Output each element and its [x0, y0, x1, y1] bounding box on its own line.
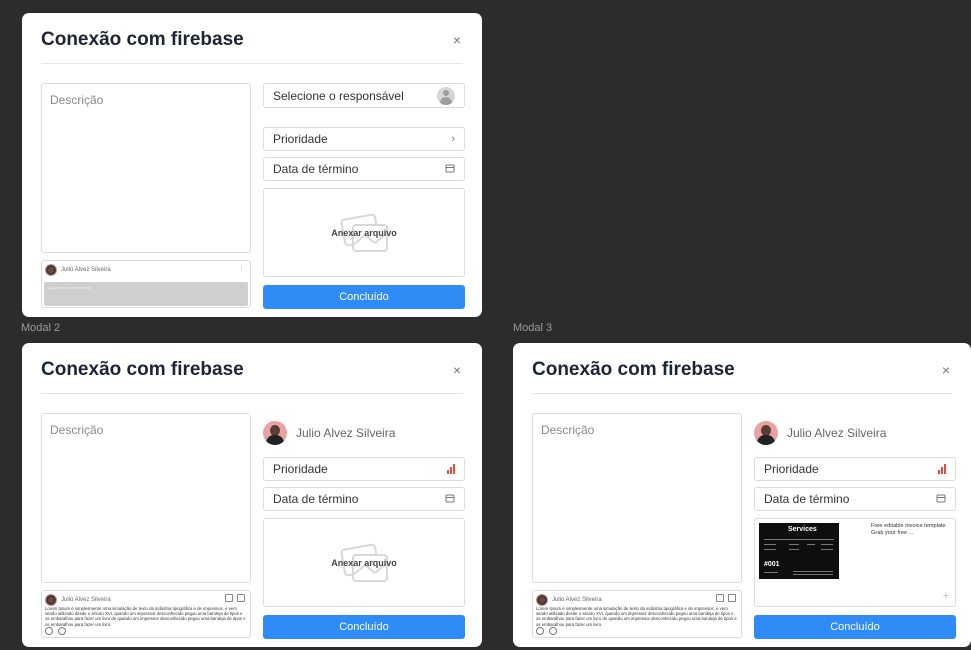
comment-box: Julio Alvez Silveira ⋮ Adicione um comen…: [41, 260, 251, 308]
description-textarea[interactable]: Descrição: [41, 413, 251, 583]
due-date-label: Data de término: [764, 492, 850, 506]
attachment-file-name[interactable]: Free editable invoice template Grab your…: [871, 523, 953, 537]
reply-icon[interactable]: [58, 627, 66, 635]
due-date-field[interactable]: Data de término: [263, 157, 465, 181]
close-icon[interactable]: ×: [450, 33, 464, 47]
divider: [41, 63, 463, 64]
done-button[interactable]: Concluído: [754, 615, 956, 639]
thumbnail-line: [821, 549, 833, 550]
avatar: [536, 594, 548, 606]
edit-icon[interactable]: [225, 594, 233, 602]
frame-label-modal-3: Modal 3: [513, 322, 553, 334]
assignee[interactable]: Julio Alvez Silveira: [263, 421, 395, 445]
thumbnail-line: [764, 572, 778, 573]
thumbnail-line: [764, 544, 776, 545]
thumbnail-line: [807, 544, 815, 545]
thumbnail-line: [764, 539, 834, 540]
priority-label: Prioridade: [273, 462, 328, 476]
thumbnail-title: Services: [788, 526, 817, 533]
trash-icon[interactable]: [237, 594, 245, 602]
more-vertical-icon[interactable]: ⋮: [238, 264, 245, 272]
attach-file-dropzone[interactable]: Anexar arquivo: [263, 188, 465, 277]
priority-select[interactable]: Prioridade ›: [263, 127, 465, 151]
modal-title: Conexão com firebase: [41, 29, 244, 50]
thumbnail-line: [793, 571, 833, 572]
attachment-list: Services #001 Free editable invoice temp…: [754, 518, 956, 607]
comment-author: Julio Alvez Silveira: [61, 597, 111, 603]
comment-author: Julio Alvez Silveira: [61, 267, 111, 273]
trash-icon[interactable]: [728, 594, 736, 602]
modal-1: Conexão com firebase × Descrição Julio A…: [22, 13, 482, 317]
divider: [532, 393, 952, 394]
priority-label: Prioridade: [273, 132, 328, 146]
thumbnail-line: [789, 544, 799, 545]
avatar: [45, 594, 57, 606]
chevron-right-icon: ›: [451, 133, 455, 145]
assignee-select[interactable]: Selecione o responsável: [263, 83, 465, 108]
comment-header: Julio Alvez Silveira: [45, 594, 111, 606]
comment-box: Julio Alvez Silveira Lorem Ipsum é simpl…: [532, 590, 742, 638]
attach-file-dropzone[interactable]: Anexar arquivo: [263, 518, 465, 607]
thumbnail-number: #001: [764, 561, 780, 568]
assignee-select-label: Selecione o responsável: [273, 88, 404, 103]
avatar: [263, 421, 287, 445]
modal-3: Conexão com firebase × Descrição Julio A…: [513, 343, 971, 647]
attach-file-label: Anexar arquivo: [331, 228, 397, 238]
attachment-thumbnail[interactable]: Services #001: [759, 523, 839, 579]
description-placeholder: Descrição: [541, 423, 595, 437]
assignee-name: Julio Alvez Silveira: [787, 426, 887, 440]
description-textarea[interactable]: Descrição: [532, 413, 742, 583]
add-icon[interactable]: +: [943, 590, 949, 602]
edit-icon[interactable]: [716, 594, 724, 602]
divider: [41, 393, 463, 394]
comment-author: Julio Alvez Silveira: [552, 597, 602, 603]
comment-actions: [716, 594, 736, 602]
comment-box: Julio Alvez Silveira Lorem Ipsum é simpl…: [41, 590, 251, 638]
thumbnail-line: [821, 544, 833, 545]
priority-label: Prioridade: [764, 462, 819, 476]
priority-select[interactable]: Prioridade: [263, 457, 465, 481]
avatar: [45, 264, 57, 276]
thumbnail-line: [789, 549, 799, 550]
due-date-label: Data de término: [273, 162, 359, 176]
assignee-name: Julio Alvez Silveira: [296, 426, 396, 440]
thumbnail-line: [764, 549, 776, 550]
priority-bars-icon: [938, 464, 946, 474]
done-button[interactable]: Concluído: [263, 615, 465, 639]
attach-file-label: Anexar arquivo: [331, 558, 397, 568]
reply-icon[interactable]: [549, 627, 557, 635]
priority-bars-icon: [447, 464, 455, 474]
calendar-icon: [445, 163, 455, 176]
modal-title: Conexão com firebase: [532, 359, 735, 380]
comment-footer: [536, 627, 557, 635]
comment-header: Julio Alvez Silveira: [536, 594, 602, 606]
close-icon[interactable]: ×: [450, 363, 464, 377]
comment-text: Lorem Ipsum é simplesmente uma simulação…: [536, 606, 737, 627]
close-icon[interactable]: ×: [939, 363, 953, 377]
user-placeholder-icon: [437, 86, 455, 105]
due-date-label: Data de término: [273, 492, 359, 506]
calendar-icon: [445, 493, 455, 506]
modal-title: Conexão com firebase: [41, 359, 244, 380]
description-placeholder: Descrição: [50, 423, 104, 437]
heart-icon[interactable]: [45, 627, 53, 635]
description-placeholder: Descrição: [50, 93, 104, 107]
due-date-field[interactable]: Data de término: [754, 487, 956, 511]
frame-label-modal-2: Modal 2: [21, 322, 61, 334]
avatar: [754, 421, 778, 445]
calendar-icon: [936, 493, 946, 506]
comment-text: Lorem Ipsum é simplesmente uma simulação…: [45, 606, 246, 627]
comment-input[interactable]: Adicione um comentário: [44, 282, 248, 306]
heart-icon[interactable]: [536, 627, 544, 635]
comment-header: Julio Alvez Silveira: [45, 264, 111, 276]
comment-footer: [45, 627, 66, 635]
thumbnail-line: [793, 574, 833, 575]
modal-2: Conexão com firebase × Descrição Julio A…: [22, 343, 482, 647]
priority-select[interactable]: Prioridade: [754, 457, 956, 481]
comment-actions: [225, 594, 245, 602]
assignee[interactable]: Julio Alvez Silveira: [754, 421, 886, 445]
description-textarea[interactable]: Descrição: [41, 83, 251, 253]
due-date-field[interactable]: Data de término: [263, 487, 465, 511]
done-button[interactable]: Concluído: [263, 285, 465, 309]
